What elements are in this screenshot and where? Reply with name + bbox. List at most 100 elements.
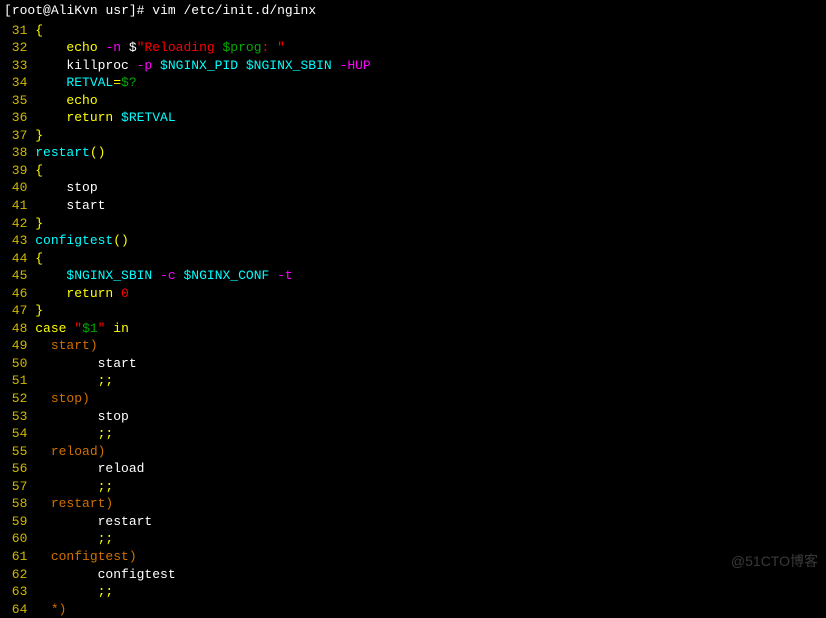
line-number: 63: [4, 584, 27, 599]
code-token: [27, 496, 50, 511]
code-token: ;;: [98, 373, 114, 388]
code-token: [27, 338, 50, 353]
code-token: [152, 268, 160, 283]
code-line: 34 RETVAL=$?: [4, 74, 822, 92]
code-line: 52 stop): [4, 390, 822, 408]
line-number: 42: [4, 216, 27, 231]
code-token: stop: [27, 180, 97, 195]
code-token: [27, 110, 66, 125]
line-number: 40: [4, 180, 27, 195]
line-number: 46: [4, 286, 27, 301]
code-token: : ": [262, 40, 285, 55]
code-line: 61 configtest): [4, 548, 822, 566]
line-number: 58: [4, 496, 27, 511]
code-token: reload: [27, 461, 144, 476]
code-line: 33 killproc -p $NGINX_PID $NGINX_SBIN -H…: [4, 57, 822, 75]
code-token: ;;: [98, 584, 114, 599]
code-token: [27, 40, 66, 55]
code-token: [27, 373, 97, 388]
prompt-command: vim: [152, 3, 175, 18]
code-token: configtest: [35, 233, 113, 248]
code-token: {: [35, 23, 43, 38]
code-token: in: [113, 321, 129, 336]
code-token: [269, 268, 277, 283]
line-number: 56: [4, 461, 27, 476]
line-number: 41: [4, 198, 27, 213]
code-token: [27, 268, 66, 283]
code-token: $NGINX_PID: [160, 58, 238, 73]
code-line: 46 return 0: [4, 285, 822, 303]
code-token: $: [121, 40, 137, 55]
line-number: 35: [4, 93, 27, 108]
code-token: [27, 391, 50, 406]
prompt-arg: /etc/init.d/nginx: [184, 3, 317, 18]
code-token: ;;: [98, 479, 114, 494]
line-number: 52: [4, 391, 27, 406]
prompt-bracket-open: [: [4, 3, 12, 18]
shell-prompt: [root@AliKvn usr]# vim /etc/init.d/nginx: [0, 0, 826, 22]
code-token: [152, 58, 160, 73]
code-token: [27, 426, 97, 441]
code-line: 48 case "$1" in: [4, 320, 822, 338]
code-line: 47 }: [4, 302, 822, 320]
line-number: 45: [4, 268, 27, 283]
line-number: 43: [4, 233, 27, 248]
code-line: 43 configtest(): [4, 232, 822, 250]
code-token: $prog: [223, 40, 262, 55]
code-token: *): [51, 602, 67, 617]
code-token: $NGINX_CONF: [183, 268, 269, 283]
vim-editor[interactable]: 31 { 32 echo -n $"Reloading $prog: " 33 …: [0, 22, 826, 618]
code-token: {: [35, 163, 43, 178]
code-token: =: [113, 75, 121, 90]
code-token: $NGINX_SBIN: [246, 58, 332, 73]
code-token: [113, 286, 121, 301]
code-line: 38 restart(): [4, 144, 822, 162]
code-token: return: [66, 286, 113, 301]
code-token: RETVAL: [66, 75, 113, 90]
code-token: start: [27, 356, 136, 371]
prompt-user: root: [12, 3, 43, 18]
code-line: 35 echo: [4, 92, 822, 110]
code-token: [27, 444, 50, 459]
code-token: configtest: [27, 567, 175, 582]
code-line: 42 }: [4, 215, 822, 233]
code-token: [27, 549, 50, 564]
code-token: $NGINX_SBIN: [66, 268, 152, 283]
line-number: 36: [4, 110, 27, 125]
code-token: $RETVAL: [121, 110, 176, 125]
code-token: configtest): [51, 549, 137, 564]
code-line: 36 return $RETVAL: [4, 109, 822, 127]
code-token: stop): [51, 391, 90, 406]
code-token: [27, 584, 97, 599]
line-number: 57: [4, 479, 27, 494]
code-line: 55 reload): [4, 443, 822, 461]
code-token: [332, 58, 340, 73]
code-token: }: [35, 128, 43, 143]
code-token: -t: [277, 268, 293, 283]
line-number: 31: [4, 23, 27, 38]
code-token: restart: [35, 145, 90, 160]
code-token: }: [35, 303, 43, 318]
prompt-bracket-close: ]#: [129, 3, 152, 18]
prompt-host: AliKvn: [51, 3, 98, 18]
line-number: 55: [4, 444, 27, 459]
code-token: "Reloading: [137, 40, 223, 55]
code-line: 41 start: [4, 197, 822, 215]
code-token: start): [51, 338, 98, 353]
line-number: 60: [4, 531, 27, 546]
code-line: 40 stop: [4, 179, 822, 197]
code-token: -n: [105, 40, 121, 55]
code-token: -c: [160, 268, 176, 283]
code-token: echo: [66, 93, 97, 108]
code-token: restart: [27, 514, 152, 529]
code-token: $?: [121, 75, 137, 90]
code-line: 45 $NGINX_SBIN -c $NGINX_CONF -t: [4, 267, 822, 285]
line-number: 32: [4, 40, 27, 55]
code-line: 62 configtest: [4, 566, 822, 584]
line-number: 50: [4, 356, 27, 371]
code-token: return: [66, 110, 113, 125]
code-token: echo: [66, 40, 97, 55]
code-line: 57 ;;: [4, 478, 822, 496]
code-token: stop: [27, 409, 128, 424]
code-line: 49 start): [4, 337, 822, 355]
